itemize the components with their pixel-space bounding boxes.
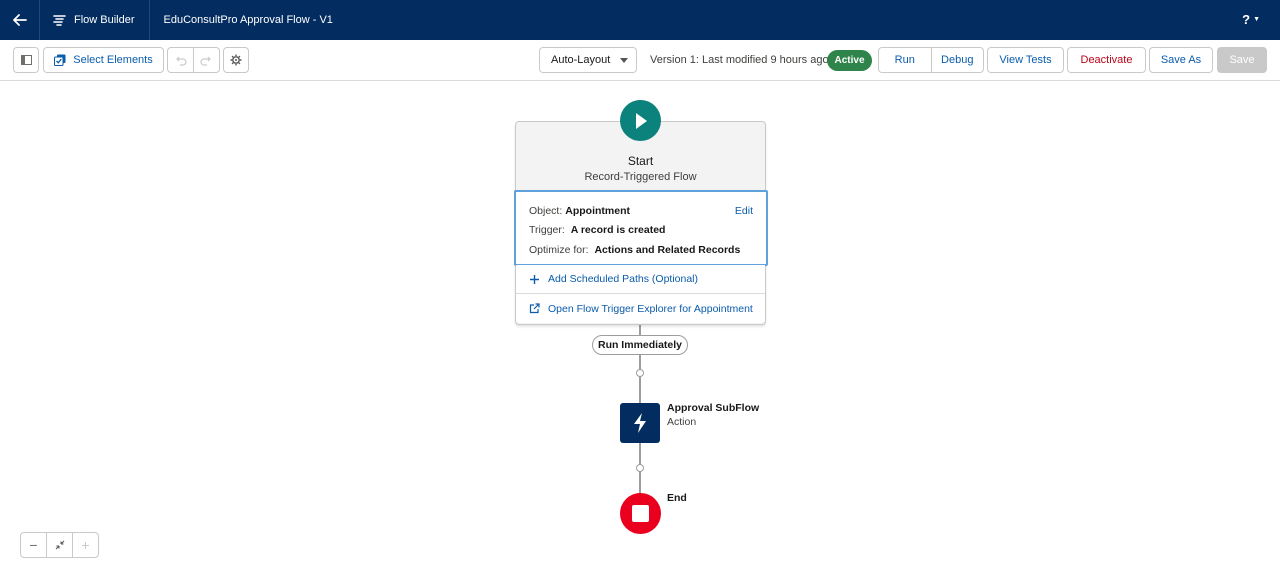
object-value: Appointment — [565, 205, 631, 217]
app-name: Flow Builder — [74, 14, 135, 26]
open-trigger-explorer-link[interactable]: Open Flow Trigger Explorer for Appointme… — [516, 294, 765, 323]
toggle-panel-button[interactable] — [13, 47, 39, 73]
edit-trigger-link[interactable]: Edit — [735, 205, 753, 217]
deactivate-button[interactable]: Deactivate — [1067, 47, 1146, 73]
flow-title: EduConsultPro Approval Flow - V1 — [163, 14, 333, 26]
save-as-button[interactable]: Save As — [1149, 47, 1213, 73]
stop-icon — [632, 505, 649, 522]
layout-select[interactable]: Auto-Layout — [539, 47, 637, 73]
run-button[interactable]: Run — [879, 54, 931, 66]
start-node-icon[interactable] — [620, 100, 661, 141]
trigger-value: A record is created — [570, 224, 666, 236]
panel-icon — [20, 55, 32, 65]
back-button[interactable] — [0, 0, 40, 40]
version-info: Version 1: Last modified 9 hours ago — [650, 54, 829, 66]
action-node-label: Approval SubFlow Action — [667, 402, 759, 428]
app-branding: Flow Builder — [40, 0, 150, 40]
external-link-icon — [529, 303, 541, 314]
undo-icon[interactable] — [176, 55, 187, 66]
chevron-down-icon: ▼ — [1253, 16, 1260, 23]
debug-button[interactable]: Debug — [932, 54, 984, 66]
end-node-icon[interactable] — [620, 493, 661, 534]
zoom-controls: − + — [20, 532, 99, 558]
action-node-name: Approval SubFlow — [667, 402, 760, 414]
save-button[interactable]: Save — [1217, 47, 1267, 73]
flow-builder-icon — [53, 14, 66, 26]
end-node-name: End — [667, 492, 687, 504]
optimize-value: Actions and Related Records — [594, 244, 741, 256]
end-node-label: End — [667, 492, 687, 504]
toolbar: Select Elements Auto-Layout Version 1: L… — [0, 40, 1280, 81]
zoom-in-button[interactable]: + — [73, 533, 98, 557]
select-elements-icon — [54, 54, 66, 66]
start-node-title: Start — [627, 154, 654, 168]
run-debug-group: Run Debug — [878, 47, 984, 73]
collapse-icon — [55, 540, 64, 550]
select-elements-button[interactable]: Select Elements — [43, 47, 164, 73]
redo-icon[interactable] — [200, 55, 211, 66]
select-elements-label: Select Elements — [73, 54, 153, 66]
layout-select-value: Auto-Layout — [551, 54, 611, 66]
help-icon: ? — [1242, 12, 1251, 27]
start-node-subtitle: Record-Triggered Flow — [584, 171, 697, 183]
add-element-dot[interactable] — [636, 369, 644, 377]
action-node-icon[interactable] — [620, 403, 660, 443]
play-icon — [635, 112, 647, 129]
top-bar: Flow Builder EduConsultPro Approval Flow… — [0, 0, 1280, 40]
trigger-details: Object: Appointment Edit Trigger: A recor… — [514, 190, 768, 266]
action-node-type: Action — [667, 416, 697, 428]
connector-line — [639, 354, 641, 404]
optimize-row: Optimize for: Actions and Related Record… — [529, 244, 741, 256]
chevron-down-icon — [620, 57, 628, 63]
fit-to-view-button[interactable] — [47, 533, 73, 557]
settings-button[interactable] — [223, 47, 249, 73]
add-scheduled-paths-link[interactable]: Add Scheduled Paths (Optional) — [516, 265, 765, 294]
lightning-icon — [634, 413, 646, 433]
help-menu-button[interactable]: ? ▼ — [1242, 12, 1260, 27]
add-element-dot[interactable] — [636, 464, 644, 472]
object-row: Object: Appointment — [529, 205, 631, 217]
path-label[interactable]: Run Immediately — [592, 335, 688, 355]
gear-icon — [230, 54, 242, 66]
arrow-left-icon — [12, 14, 27, 26]
trigger-row: Trigger: A record is created — [529, 224, 666, 236]
plus-icon — [529, 274, 541, 285]
zoom-out-button[interactable]: − — [21, 533, 47, 557]
view-tests-button[interactable]: View Tests — [987, 47, 1064, 73]
status-badge: Active — [827, 50, 872, 71]
undo-redo-group — [167, 47, 220, 73]
